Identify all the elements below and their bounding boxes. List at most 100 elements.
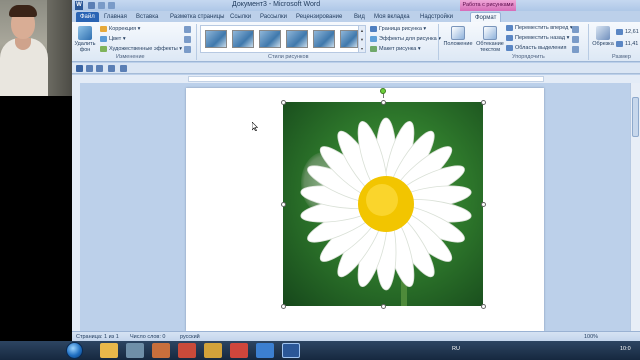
picture-effects-icon [370, 35, 377, 42]
picture-style-2[interactable] [232, 30, 254, 48]
font-size-icon[interactable] [108, 65, 115, 72]
rotate-icon[interactable] [572, 46, 579, 53]
media-icon[interactable] [152, 343, 170, 358]
undo-icon[interactable] [86, 65, 93, 72]
bring-forward-button[interactable]: Переместить вперед ▾ [506, 24, 573, 32]
resize-handle-bottom[interactable] [381, 304, 386, 309]
artistic-effects-label: Художественные эффекты [109, 46, 178, 52]
picture-layout-icon [370, 45, 377, 52]
width-field[interactable]: 11,41 [616, 40, 638, 48]
send-backward-button[interactable]: Переместить назад ▾ [506, 34, 569, 42]
picture-border-icon [370, 25, 377, 32]
document-page[interactable] [186, 88, 544, 331]
selection-pane-button[interactable]: Область выделения [506, 44, 566, 52]
reset-picture-icon[interactable] [184, 46, 191, 53]
word-logo-icon[interactable]: W [75, 1, 83, 10]
start-button[interactable] [66, 342, 83, 359]
flower-center-highlight [366, 184, 398, 216]
undo-icon[interactable] [98, 2, 105, 9]
tab-view[interactable]: Вид [350, 12, 369, 22]
tab-home[interactable]: Главная [100, 12, 131, 22]
resize-handle-top[interactable] [381, 100, 386, 105]
picture-border-button[interactable]: Граница рисунка ▾ [370, 25, 426, 33]
tab-references[interactable]: Ссылки [226, 12, 255, 22]
tab-format[interactable]: Формат [470, 12, 502, 22]
picture-style-6[interactable] [340, 30, 358, 48]
resize-handle-top-left[interactable] [281, 100, 286, 105]
window-title: Документ3 - Microsoft Word [232, 1, 321, 8]
resize-handle-left[interactable] [281, 202, 286, 207]
picture-style-1[interactable] [205, 30, 227, 48]
tab-page-layout[interactable]: Разметка страницы [166, 12, 228, 22]
tab-file[interactable]: Файл [76, 12, 99, 22]
compress-pictures-icon[interactable] [184, 26, 191, 33]
tab-review[interactable]: Рецензирование [292, 12, 346, 22]
selection-pane-icon [506, 44, 513, 51]
position-button[interactable]: Положение [442, 26, 474, 47]
save-icon[interactable] [88, 2, 95, 9]
color-button[interactable]: Цвет ▾ [100, 35, 126, 43]
height-icon [616, 28, 623, 35]
picture-style-4[interactable] [286, 30, 308, 48]
send-backward-icon [506, 34, 513, 41]
gallery-scroll[interactable]: ▲ ▼ ▾ [358, 26, 365, 52]
group-icon[interactable] [572, 36, 579, 43]
app-icon[interactable] [256, 343, 274, 358]
webcam-person-hair [9, 5, 37, 17]
explorer-icon[interactable] [100, 343, 118, 358]
width-icon [616, 40, 623, 47]
tab-addins[interactable]: Надстройки [416, 12, 457, 22]
picture-effects-button[interactable]: Эффекты для рисунка ▾ [370, 35, 441, 43]
resize-handle-right[interactable] [481, 202, 486, 207]
redo-icon[interactable] [108, 2, 115, 9]
corrections-button[interactable]: Коррекция ▾ [100, 25, 140, 33]
word-count[interactable]: Число слов: 0 [130, 334, 165, 340]
artistic-effects-icon [100, 45, 107, 52]
clock[interactable]: 10:0 [620, 346, 631, 352]
picture-layout-button[interactable]: Макет рисунка ▾ [370, 45, 421, 53]
customize-qat-icon[interactable] [120, 65, 127, 72]
picture-style-3[interactable] [259, 30, 281, 48]
resize-handle-top-right[interactable] [481, 100, 486, 105]
save-icon[interactable] [76, 65, 83, 72]
change-picture-icon[interactable] [184, 36, 191, 43]
app-icon[interactable] [204, 343, 222, 358]
zoom-level[interactable]: 100% [584, 334, 598, 340]
tab-insert[interactable]: Вставка [132, 12, 162, 22]
ruler-track [188, 76, 544, 82]
vertical-ruler[interactable] [72, 83, 80, 331]
remove-background-button[interactable]: Удалить фон [74, 26, 96, 53]
picture-style-5[interactable] [313, 30, 335, 48]
page-count[interactable]: Страница: 1 из 1 [76, 334, 119, 340]
picture-styles-gallery[interactable]: ▲ ▼ ▾ [200, 25, 366, 53]
corrections-label: Коррекция [109, 26, 137, 32]
picture-styles-group-label: Стили рисунков [268, 54, 309, 60]
artistic-effects-button[interactable]: Художественные эффекты ▾ [100, 45, 182, 53]
vertical-scrollbar[interactable] [630, 83, 640, 331]
rotation-handle[interactable] [380, 88, 386, 94]
word-taskbar-icon[interactable] [282, 343, 300, 358]
position-icon [451, 26, 465, 40]
crop-label: Обрезка [592, 41, 614, 47]
resize-handle-bottom-left[interactable] [281, 304, 286, 309]
height-field[interactable]: 12,61 [616, 28, 639, 36]
tab-mailings[interactable]: Рассылки [256, 12, 291, 22]
bring-forward-label: Переместить вперед [515, 25, 569, 31]
app-icon[interactable] [126, 343, 144, 358]
align-icon[interactable] [572, 26, 579, 33]
redo-icon[interactable] [96, 65, 103, 72]
chrome-icon[interactable] [230, 343, 248, 358]
crop-button[interactable]: Обрезка [591, 26, 615, 47]
language[interactable]: русский [180, 334, 200, 340]
input-language[interactable]: RU [452, 346, 460, 352]
horizontal-ruler[interactable] [72, 75, 640, 83]
status-bar: Страница: 1 из 1 Число слов: 0 русский 1… [72, 331, 640, 341]
arrange-group-label: Упорядочить [512, 54, 545, 60]
daisy-picture[interactable] [283, 102, 483, 306]
scrollbar-thumb[interactable] [632, 97, 639, 137]
app-icon[interactable] [178, 343, 196, 358]
resize-handle-bottom-right[interactable] [481, 304, 486, 309]
wrap-text-button[interactable]: Обтекание текстом [474, 26, 506, 53]
tab-my-tab[interactable]: Моя вкладка [370, 12, 414, 22]
daisy-flower [300, 117, 472, 306]
